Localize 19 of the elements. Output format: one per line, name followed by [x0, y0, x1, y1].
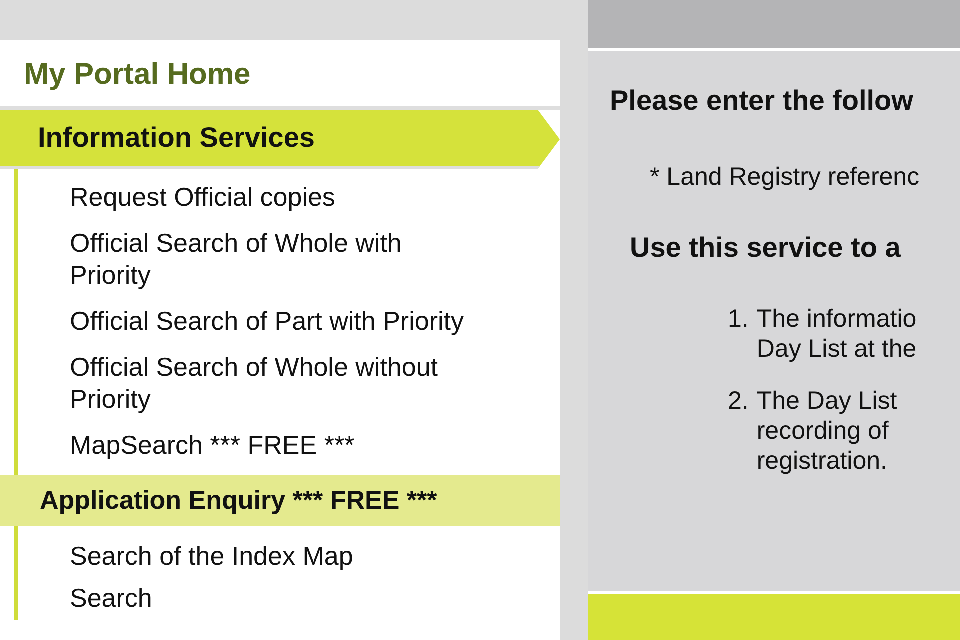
nav-section-header[interactable]: Application Enquiry *** FREE ***	[0, 475, 560, 526]
nav-link[interactable]: MapSearch *** FREE ***	[70, 429, 476, 461]
step-text: The Day List	[756, 386, 898, 416]
nav-link[interactable]: Request Official copies	[70, 181, 476, 213]
step-number: 1.	[728, 304, 749, 334]
content-heading: Please enter the follow	[610, 85, 914, 117]
step-text: registration.	[756, 446, 888, 476]
nav-link[interactable]: Official Search of Whole with Priority	[70, 227, 476, 291]
nav-section-header[interactable]: Information Services	[0, 110, 560, 169]
required-field-note: * Land Registry referenc	[650, 163, 920, 192]
nav-link[interactable]: Search of the Index Map	[70, 540, 476, 572]
step-number: 2.	[728, 386, 749, 416]
nav-link[interactable]: Official Search of Whole without Priority	[70, 351, 476, 415]
step-text: The informatio	[756, 304, 917, 334]
content-subheading: Use this service to a	[630, 232, 901, 264]
nav-link[interactable]: Official Search of Part with Priority	[70, 305, 476, 337]
nav-link[interactable]: Search	[70, 582, 476, 614]
step-text: Day List at the	[756, 334, 917, 364]
step-text: recording of	[756, 416, 889, 446]
